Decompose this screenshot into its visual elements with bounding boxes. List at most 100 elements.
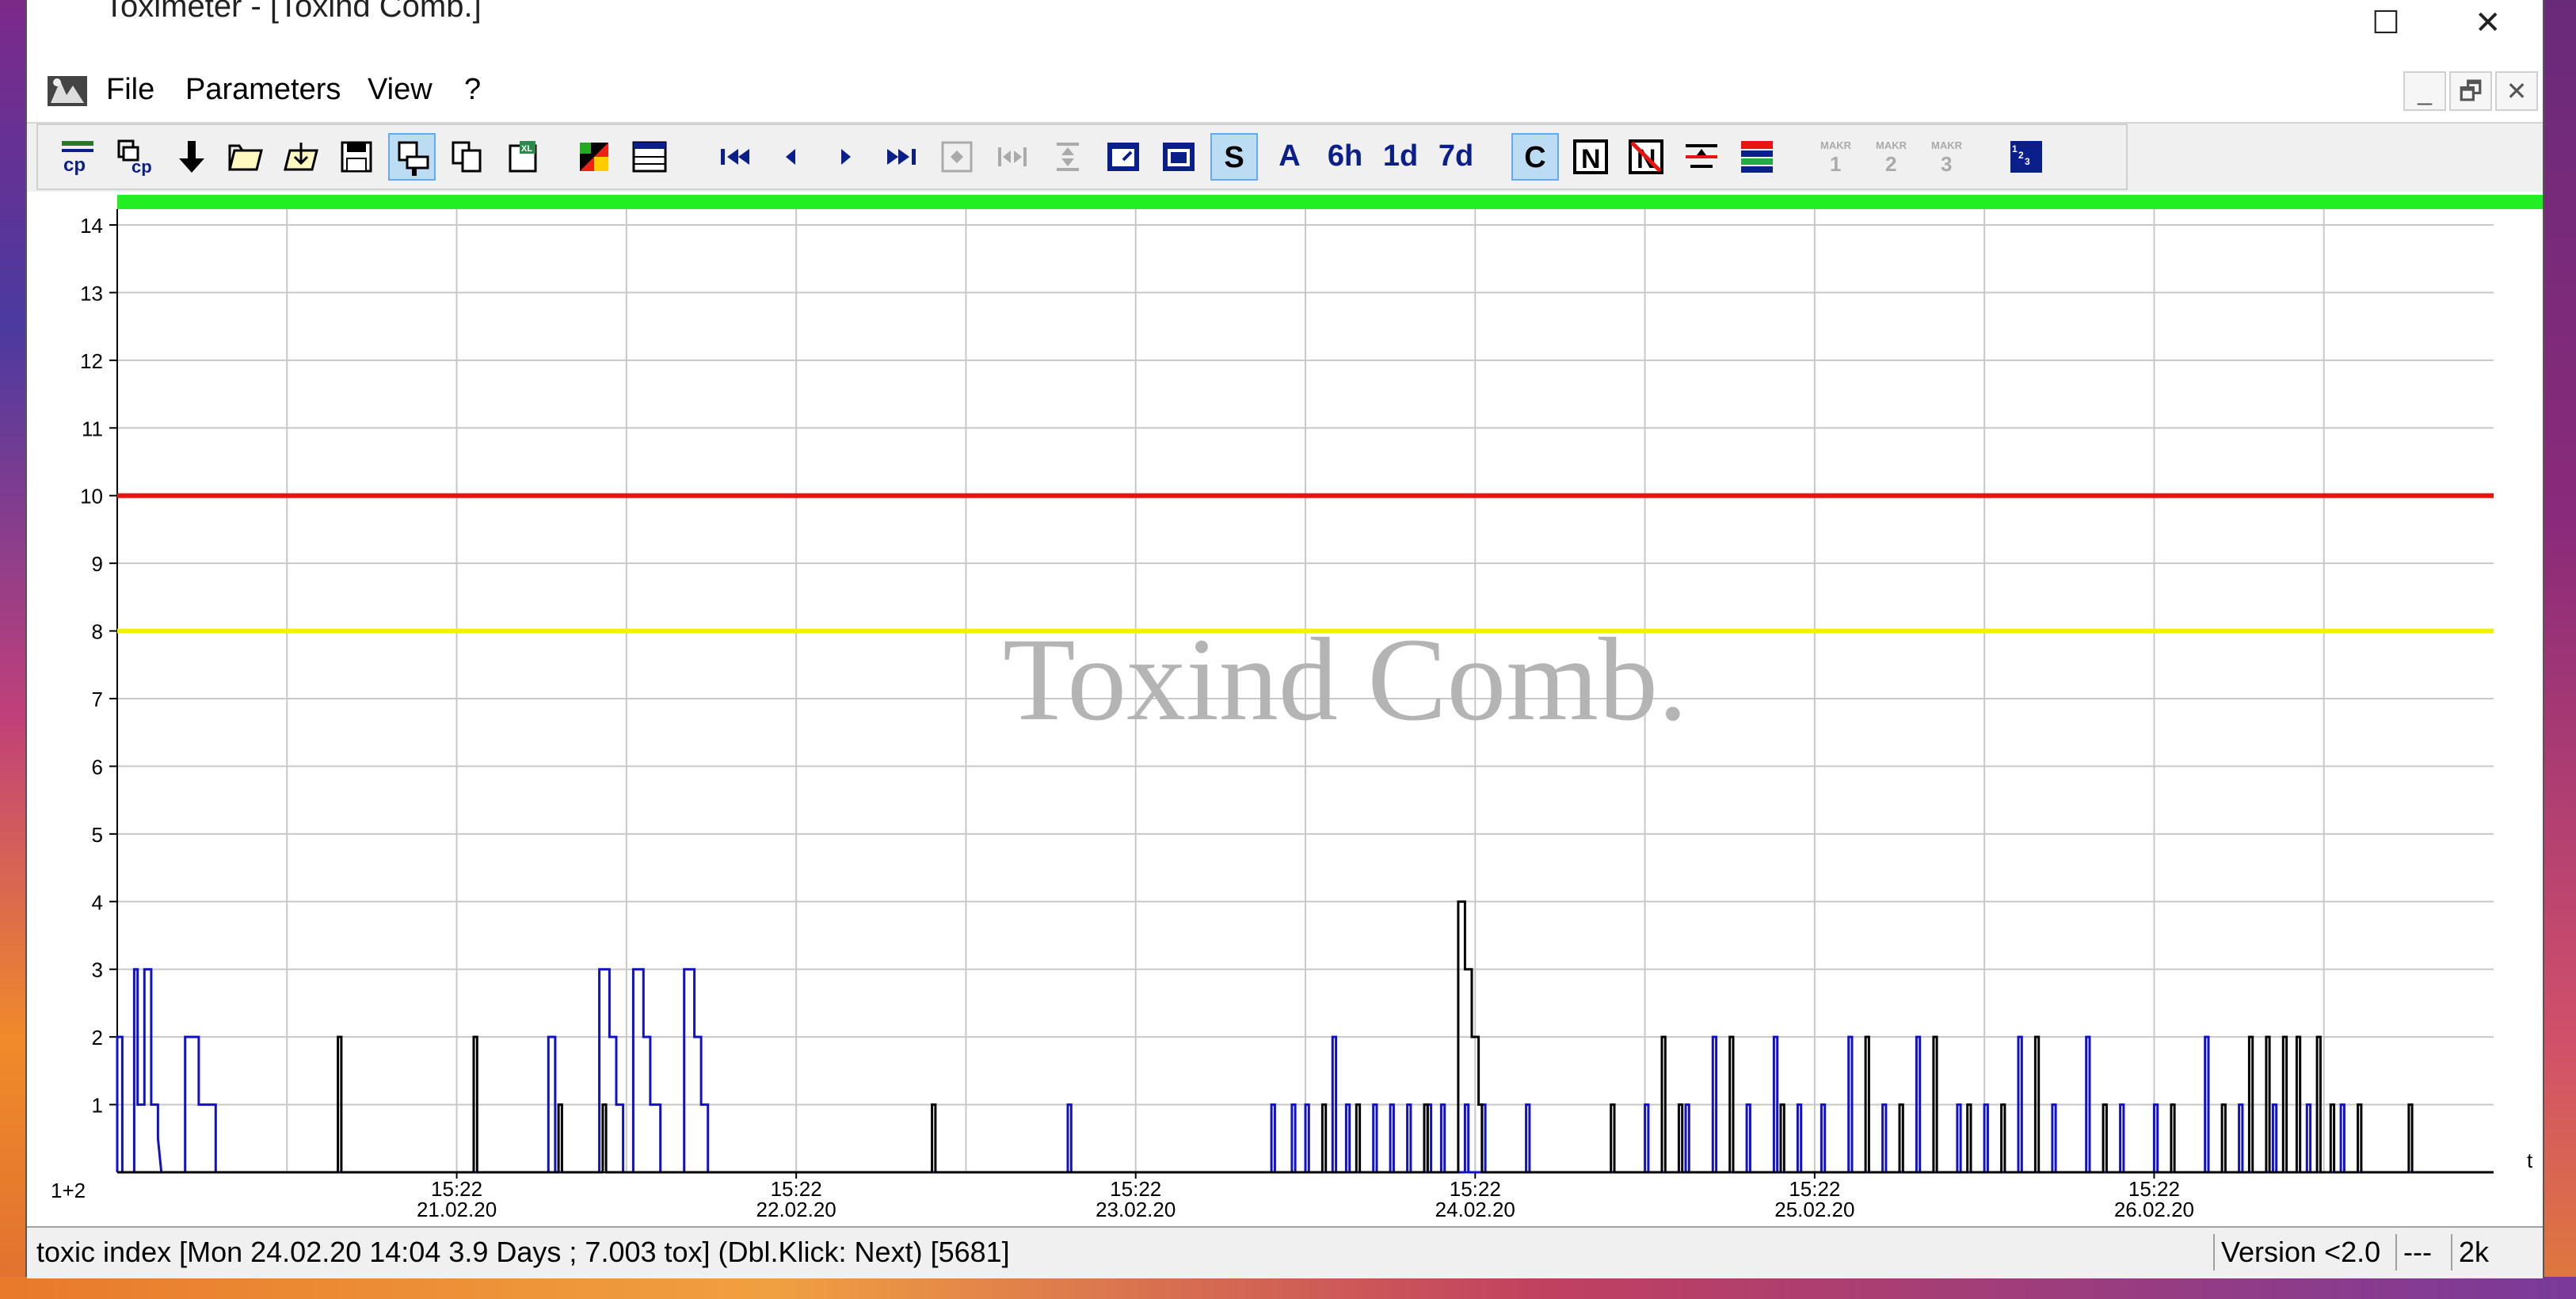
marker-line-icon bbox=[1686, 144, 1717, 168]
status-version: Version <2.0 bbox=[2221, 1236, 2381, 1268]
svg-text:2: 2 bbox=[1885, 152, 1896, 176]
folder-open-icon bbox=[228, 144, 263, 171]
export-icon: XL bbox=[509, 141, 537, 173]
copy-button[interactable] bbox=[444, 133, 491, 181]
chart-area[interactable]: =Tox2k123456789101112131415:2221.02.2015… bbox=[27, 192, 2543, 1226]
down-arrow-icon bbox=[179, 141, 204, 173]
zoom-h-button[interactable] bbox=[989, 133, 1036, 181]
y-tick-label: 10 bbox=[80, 485, 103, 509]
print-setup-button[interactable] bbox=[388, 133, 436, 181]
app-logo-icon bbox=[48, 76, 87, 106]
desktop-background-bottom bbox=[0, 1277, 2576, 1299]
scale-s-button[interactable]: S bbox=[1210, 133, 1258, 181]
numbering-button[interactable]: 123 bbox=[2002, 133, 2050, 181]
zoom-center-button[interactable] bbox=[933, 133, 981, 181]
y-tick-label: 4 bbox=[92, 890, 103, 914]
numbering-icon: 123 bbox=[2010, 141, 2042, 173]
makr-3-button[interactable]: MAKR 3 bbox=[1923, 133, 1971, 181]
y-tick-label: 11 bbox=[82, 417, 103, 440]
status-message[interactable]: toxic index [Mon 24.02.20 14:04 3.9 Days… bbox=[36, 1234, 1010, 1270]
status-mode: 2k bbox=[2459, 1236, 2490, 1268]
mdi-minimize-button[interactable]: _ bbox=[2403, 71, 2446, 111]
svg-text:1: 1 bbox=[2012, 143, 2018, 154]
makr-2-button[interactable]: MAKR 2 bbox=[1868, 133, 1915, 181]
status-divider bbox=[2451, 1234, 2452, 1270]
y-tick-label: 5 bbox=[92, 823, 103, 847]
makr-3-icon: MAKR3 bbox=[1931, 139, 1963, 176]
letter-n-icon: N bbox=[1573, 139, 1608, 174]
window-edit-button[interactable] bbox=[1155, 133, 1202, 181]
copy-icon bbox=[452, 141, 482, 173]
toolbar: cp cp XL S A 6h 1d 7d C N MAKR 1 MAKR 2 … bbox=[36, 124, 2128, 190]
prev-button[interactable] bbox=[767, 133, 814, 181]
mode-n-button[interactable]: N bbox=[1567, 133, 1614, 181]
y-tick-label: 6 bbox=[92, 755, 103, 779]
floppy-icon bbox=[341, 141, 372, 173]
svg-text:cp: cp bbox=[131, 157, 152, 176]
export-button[interactable]: XL bbox=[499, 133, 547, 181]
menu-parameters[interactable]: Parameters bbox=[185, 73, 341, 107]
mdi-close-button[interactable]: ✕ bbox=[2495, 71, 2538, 111]
save-button[interactable] bbox=[333, 133, 380, 181]
range-7d-button[interactable]: 7d bbox=[1432, 133, 1480, 181]
last-button[interactable] bbox=[878, 133, 925, 181]
layers-icon bbox=[1741, 141, 1773, 173]
y-tick-label: 9 bbox=[92, 552, 103, 576]
copy-cp-button[interactable]: cp bbox=[54, 133, 101, 181]
first-button[interactable] bbox=[711, 133, 759, 181]
y-tick-label: 8 bbox=[92, 620, 103, 644]
mode-c-button[interactable]: C bbox=[1511, 133, 1559, 181]
toxicity-chart[interactable]: =Tox2k123456789101112131415:2221.02.2015… bbox=[27, 192, 2543, 1226]
x-tick-date-label: 25.02.20 bbox=[1774, 1198, 1854, 1221]
menu-file[interactable]: File bbox=[106, 73, 154, 107]
mode-n-red-button[interactable]: N bbox=[1622, 133, 1670, 181]
layers-button[interactable] bbox=[1733, 133, 1781, 181]
svg-text:3: 3 bbox=[1941, 152, 1952, 176]
print-icon bbox=[398, 141, 429, 176]
download-button[interactable] bbox=[168, 133, 215, 181]
zoom-v-icon bbox=[1057, 143, 1079, 171]
folder-import-icon bbox=[284, 143, 318, 171]
menu-view[interactable]: View bbox=[368, 73, 433, 107]
x-axis-letter: t bbox=[2527, 1149, 2533, 1172]
status-dashes: --- bbox=[2403, 1236, 2432, 1268]
mdi-restore-button[interactable]: 🗗 bbox=[2449, 71, 2492, 111]
y-tick-label: 7 bbox=[92, 688, 103, 711]
window-maximize-button[interactable]: ☐ bbox=[2372, 5, 2400, 41]
svg-text:MAKR: MAKR bbox=[1876, 139, 1907, 151]
scale-a-button[interactable]: A bbox=[1266, 133, 1313, 181]
status-divider bbox=[2213, 1234, 2215, 1270]
x-tick-date-label: 22.02.20 bbox=[756, 1198, 836, 1221]
range-6h-button[interactable]: 6h bbox=[1321, 133, 1369, 181]
prev-icon bbox=[786, 149, 795, 165]
svg-text:XL: XL bbox=[521, 144, 532, 154]
window-button[interactable] bbox=[1099, 133, 1147, 181]
svg-text:1: 1 bbox=[1830, 152, 1841, 176]
makr-1-button[interactable]: MAKR 1 bbox=[1812, 133, 1860, 181]
color-button[interactable] bbox=[570, 133, 618, 181]
open-button[interactable] bbox=[222, 133, 269, 181]
zoom-center-icon bbox=[941, 141, 973, 173]
letter-n-red-icon: N bbox=[1629, 139, 1663, 174]
svg-text:cp: cp bbox=[63, 154, 86, 176]
y-tick-label: 2 bbox=[92, 1026, 103, 1049]
skip-first-icon bbox=[721, 149, 749, 165]
status-bar: toxic index [Mon 24.02.20 14:04 3.9 Days… bbox=[27, 1226, 2543, 1278]
table-button[interactable] bbox=[626, 133, 673, 181]
range-1d-button[interactable]: 1d bbox=[1377, 133, 1424, 181]
import-button[interactable] bbox=[277, 133, 325, 181]
paste-cp-button[interactable]: cp bbox=[111, 133, 158, 181]
window-title: Toximeter - [Toxind Comb.] bbox=[105, 0, 482, 24]
svg-text:MAKR: MAKR bbox=[1820, 139, 1852, 151]
x-tick-date-label: 23.02.20 bbox=[1096, 1198, 1176, 1221]
app-window: Toximeter - [Toxind Comb.] ☐ ✕ File Para… bbox=[25, 0, 2544, 1278]
menu-help[interactable]: ? bbox=[464, 73, 481, 107]
marker-line-button[interactable] bbox=[1678, 133, 1725, 181]
desktop-background-right bbox=[2544, 0, 2576, 1299]
zoom-h-icon bbox=[998, 147, 1027, 166]
zoom-v-button[interactable] bbox=[1044, 133, 1092, 181]
svg-text:N: N bbox=[1581, 144, 1601, 174]
window-close-button[interactable]: ✕ bbox=[2475, 5, 2502, 41]
next-button[interactable] bbox=[822, 133, 870, 181]
svg-text:2: 2 bbox=[2018, 150, 2024, 161]
